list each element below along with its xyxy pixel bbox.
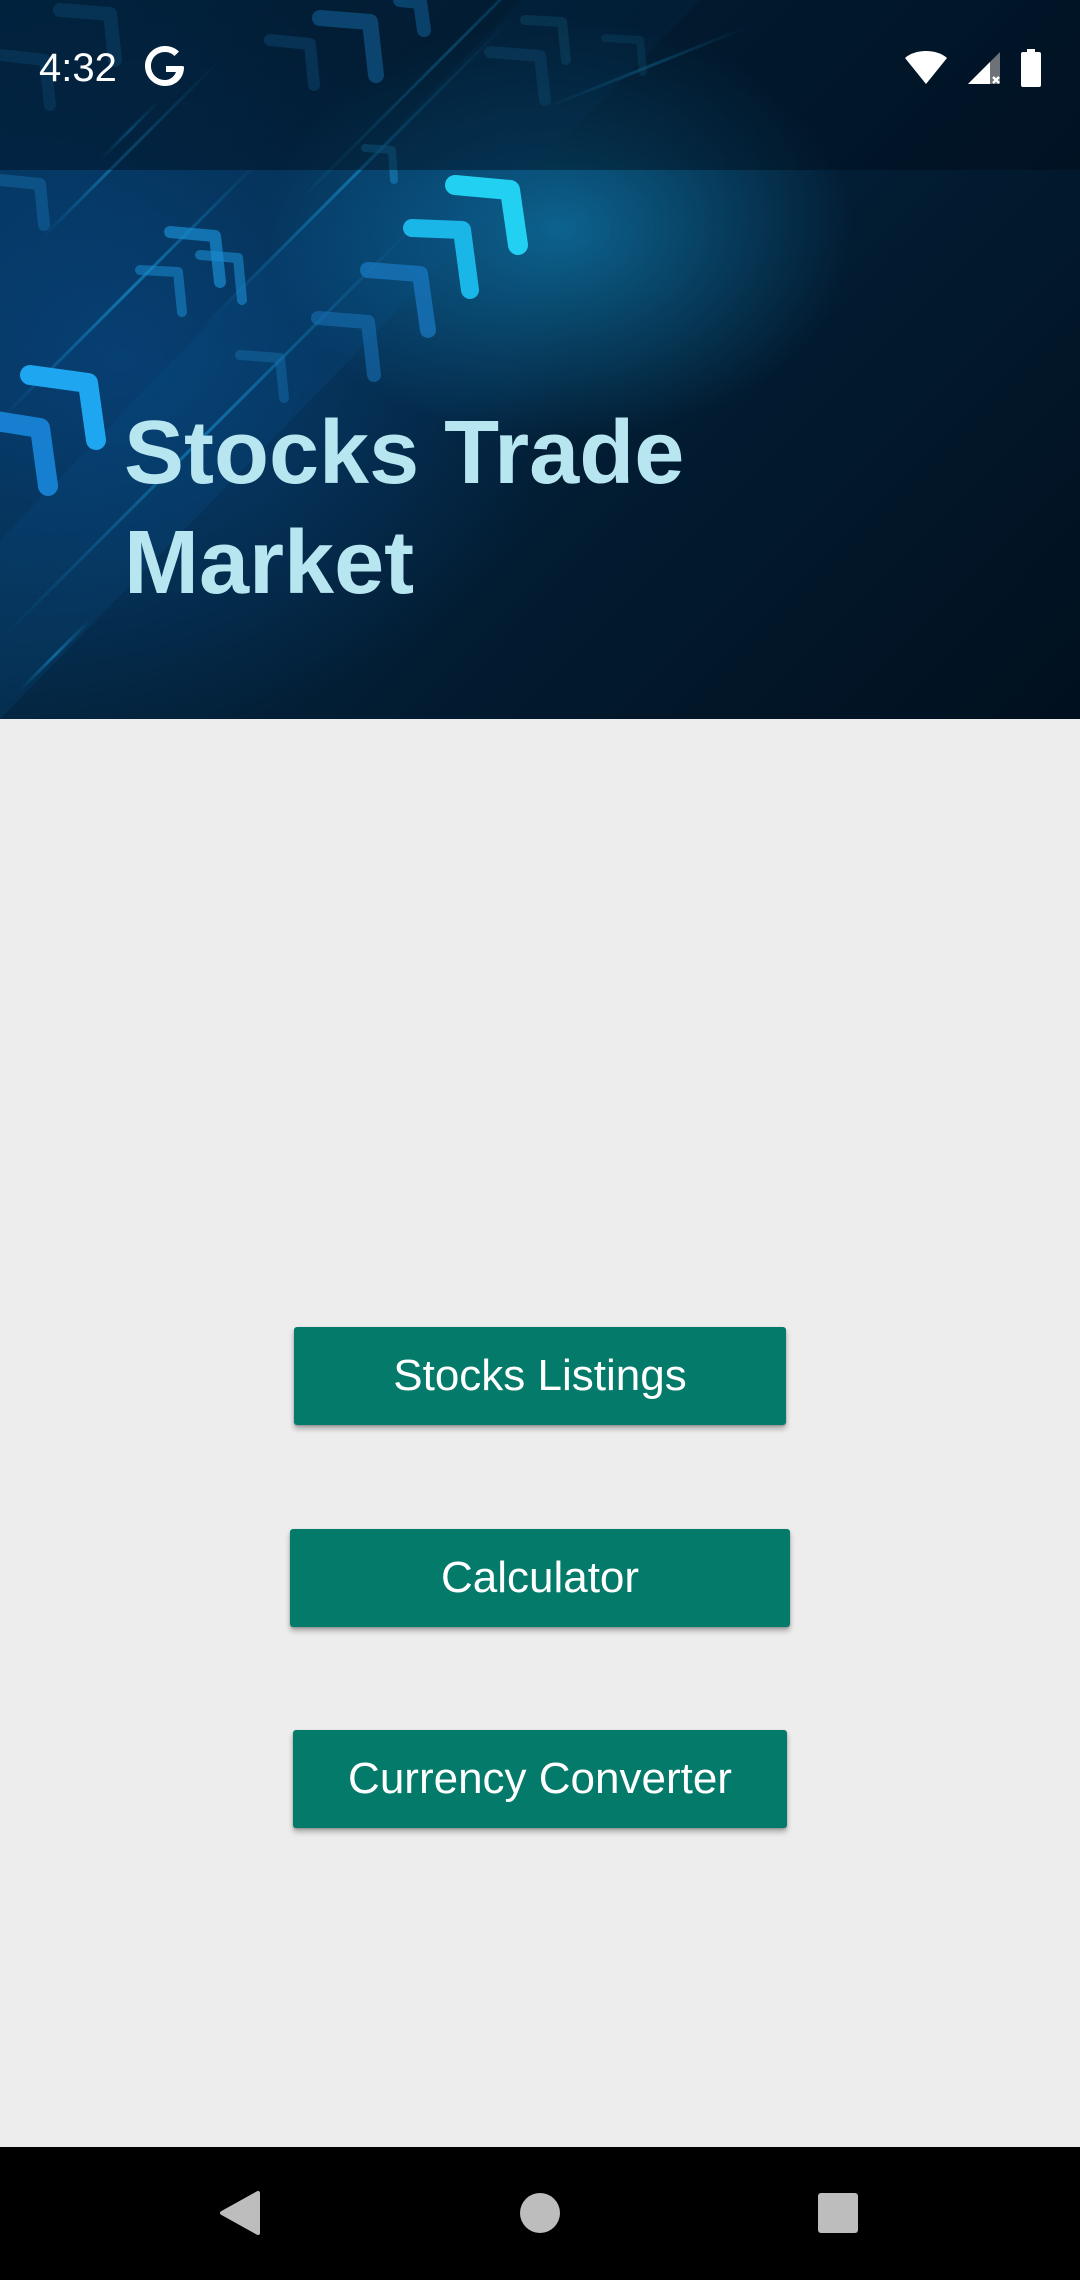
back-button[interactable] [200,2173,280,2253]
navigation-bar [0,2147,1080,2280]
currency-converter-button[interactable]: Currency Converter [293,1730,787,1828]
recents-button[interactable] [798,2173,878,2253]
cellular-signal-icon [968,52,1000,84]
google-g-icon [145,46,184,86]
status-time: 4:32 [39,46,117,90]
recents-icon [818,2193,858,2233]
home-icon [520,2193,560,2233]
app-title: Stocks Trade Market [124,398,944,618]
status-bar: 4:32 [0,0,1080,170]
wifi-icon [905,51,947,84]
calculator-button[interactable]: Calculator [290,1529,790,1627]
back-icon [220,2191,260,2235]
battery-icon [1021,49,1041,87]
stocks-listings-button[interactable]: Stocks Listings [294,1327,786,1425]
main-screen: Stocks Trade Market 4:32 Stocks Listings [0,0,1080,2280]
app-title-line-1: Stocks Trade [124,403,685,503]
status-icons-group [904,46,1042,90]
home-button[interactable] [500,2173,580,2253]
app-title-line-2: Market [124,513,415,613]
